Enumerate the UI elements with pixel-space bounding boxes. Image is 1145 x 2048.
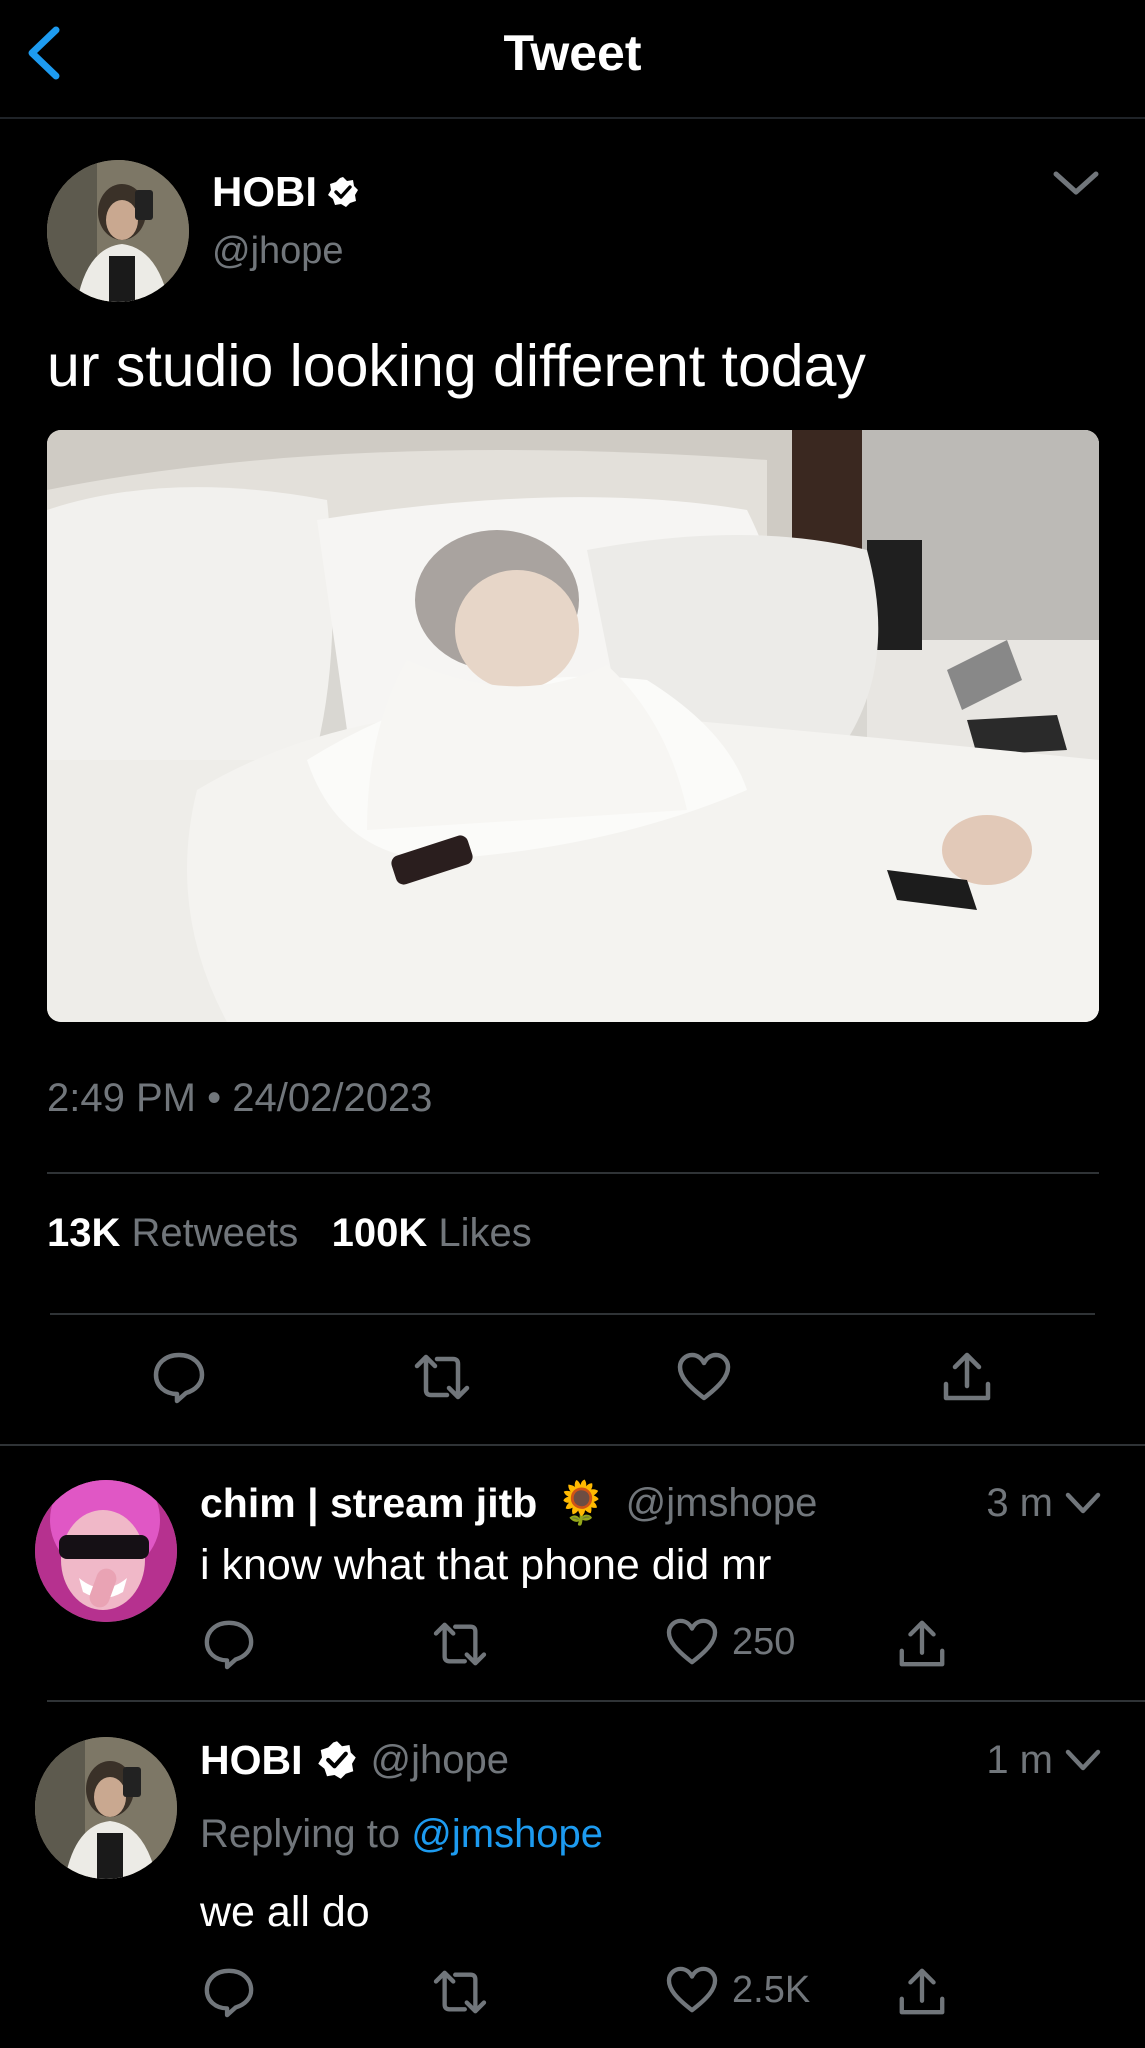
tweet-date: 24/02/2023: [232, 1076, 433, 1120]
divider: [47, 1700, 1145, 1702]
likes-label: Likes: [438, 1211, 532, 1255]
reply-avatar[interactable]: [35, 1480, 177, 1622]
retweet-button[interactable]: [413, 1352, 471, 1402]
replying-to: Replying to @jmshope: [200, 1808, 603, 1860]
reply-header: HOBI @jhope: [200, 1734, 509, 1786]
author-name[interactable]: HOBI: [212, 166, 359, 218]
avatar-image: [35, 1480, 177, 1622]
reply-handle[interactable]: @jmshope: [626, 1477, 818, 1529]
reply-display-name[interactable]: HOBI: [200, 1734, 303, 1786]
likes-count: 100K: [331, 1211, 428, 1255]
share-icon: [899, 1620, 945, 1667]
reply-text: i know what that phone did mr: [200, 1541, 772, 1589]
like-icon: [666, 1966, 718, 2013]
chevron-down-icon[interactable]: [1063, 1744, 1103, 1776]
divider: [47, 1172, 1099, 1174]
retweet-button[interactable]: [432, 1968, 488, 2016]
chevron-down-icon[interactable]: [1063, 1487, 1103, 1519]
likes-stat[interactable]: 100K Likes: [332, 1211, 532, 1255]
meta-separator: •: [207, 1076, 222, 1120]
photo-image: [47, 430, 1099, 1022]
reply-icon: [204, 1620, 254, 1670]
share-icon: [899, 1968, 945, 2015]
replying-to-label: Replying to: [200, 1812, 401, 1856]
tweet-time: 2:49 PM: [47, 1076, 196, 1120]
tweet-options-button[interactable]: [1050, 162, 1102, 204]
share-button[interactable]: [896, 1618, 948, 1670]
verified-badge-icon: [328, 177, 358, 207]
like-button[interactable]: 2.5K: [666, 1966, 810, 2014]
reply-icon: [153, 1352, 205, 1404]
reply-age: 1 m: [986, 1738, 1053, 1782]
reply-button[interactable]: [203, 1966, 255, 2018]
reply-header: chim | stream jitb 🌻 @jmshope: [200, 1477, 817, 1529]
retweets-label: Retweets: [131, 1211, 299, 1255]
reply-text: we all do: [200, 1888, 370, 1936]
retweet-icon: [433, 1970, 487, 2014]
reply-display-name[interactable]: chim | stream jitb: [200, 1477, 537, 1529]
divider: [50, 1313, 1095, 1315]
reply-button[interactable]: [152, 1350, 206, 1404]
share-button[interactable]: [940, 1350, 994, 1404]
tweet-stats: 13K Retweets 100K Likes: [47, 1207, 532, 1259]
sunflower-emoji: 🌻: [555, 1479, 608, 1526]
author-display-name: HOBI: [212, 168, 317, 215]
divider: [0, 1444, 1145, 1446]
author-handle[interactable]: @jhope: [212, 226, 344, 276]
retweet-icon: [414, 1354, 470, 1400]
retweet-icon: [433, 1622, 487, 1666]
reply-time: 3 m: [986, 1477, 1103, 1529]
like-count: 250: [732, 1620, 796, 1663]
chevron-down-icon: [1053, 171, 1099, 195]
like-button[interactable]: [677, 1352, 731, 1402]
retweet-button[interactable]: [432, 1620, 488, 1668]
reply-time: 1 m: [986, 1734, 1103, 1786]
like-button[interactable]: 250: [666, 1618, 795, 1666]
reply-age: 3 m: [986, 1481, 1053, 1525]
share-button[interactable]: [896, 1966, 948, 2018]
verified-badge-icon: [317, 1741, 356, 1779]
reply-button[interactable]: [203, 1618, 255, 1670]
tweet-photo[interactable]: [47, 430, 1099, 1022]
reply-avatar[interactable]: [35, 1737, 177, 1879]
avatar-image: [35, 1737, 177, 1879]
avatar-image: [47, 160, 189, 302]
retweets-stat[interactable]: 13K Retweets: [47, 1211, 298, 1255]
like-icon: [666, 1618, 718, 1665]
author-avatar[interactable]: [47, 160, 189, 302]
tweet-text: ur studio looking different today: [47, 333, 866, 399]
share-icon: [943, 1352, 991, 1401]
reply-icon: [204, 1968, 254, 2018]
tweet-timestamp: 2:49 PM • 24/02/2023: [47, 1072, 432, 1124]
like-icon: [677, 1352, 731, 1401]
page-title: Tweet: [503, 25, 642, 81]
retweets-count: 13K: [47, 1211, 121, 1255]
reply-handle[interactable]: @jhope: [371, 1734, 509, 1786]
replying-to-handle[interactable]: @jmshope: [411, 1812, 603, 1856]
like-count: 2.5K: [732, 1968, 811, 2011]
